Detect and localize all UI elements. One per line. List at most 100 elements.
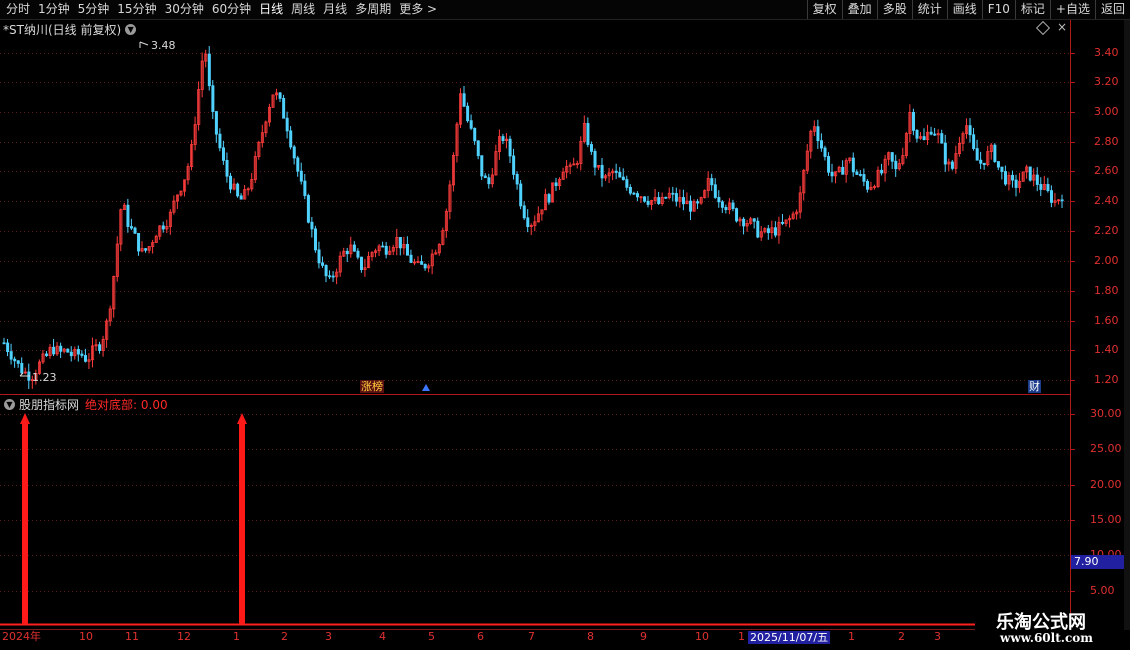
candle-body — [451, 155, 455, 186]
candle-body — [476, 140, 480, 157]
close-icon[interactable]: × — [1057, 20, 1067, 34]
candle-body — [497, 136, 501, 152]
candle-body — [23, 371, 27, 374]
candle-body — [950, 161, 954, 169]
period-tab[interactable]: 5分钟 — [74, 0, 114, 19]
finance-tag[interactable]: 财 — [1028, 380, 1041, 393]
chevron-down-icon[interactable]: ▼ — [125, 23, 137, 35]
toolbar-button[interactable]: +自选 — [1049, 0, 1095, 19]
period-tab[interactable]: 更多 > — [395, 0, 441, 19]
candle-body — [374, 250, 378, 253]
triangle-up-icon[interactable] — [422, 384, 430, 391]
candle-body — [257, 142, 261, 158]
period-tab[interactable]: 分时 — [2, 0, 34, 19]
date-axis-label: 4 — [379, 630, 386, 643]
candle-body — [179, 190, 183, 196]
period-tab[interactable]: 周线 — [287, 0, 319, 19]
candle-body — [168, 211, 172, 227]
toolbar-button[interactable]: 统计 — [911, 0, 947, 19]
candle-body — [742, 218, 746, 227]
toolbar-button[interactable]: 标记 — [1014, 0, 1050, 19]
price-axis-label: 2.80 — [1094, 135, 1119, 148]
date-axis-label: 1 — [738, 630, 745, 643]
date-cursor: 2025/11/07/五 — [748, 631, 831, 644]
candle-body — [837, 166, 841, 173]
period-tab[interactable]: 15分钟 — [113, 0, 160, 19]
candle-body — [66, 348, 70, 353]
toolbar-button[interactable]: 叠加 — [841, 0, 877, 19]
candle-body — [625, 179, 629, 188]
candle-body — [710, 178, 714, 186]
candle-body — [1060, 199, 1064, 202]
candle-body — [689, 200, 693, 212]
candle-body — [830, 171, 834, 177]
period-tab[interactable]: 月线 — [319, 0, 351, 19]
candle-body — [904, 133, 908, 156]
candle-body — [628, 186, 632, 194]
candle-body — [352, 244, 356, 252]
candle-body — [827, 156, 831, 173]
candle-body — [561, 171, 565, 180]
candle-body — [763, 228, 767, 233]
candle-body — [880, 169, 884, 174]
candle-body — [505, 138, 509, 142]
date-axis-label: 2 — [281, 630, 288, 643]
candle-body — [597, 164, 601, 168]
candle-body — [324, 265, 328, 277]
candle-body — [717, 197, 721, 203]
candle-body — [943, 142, 947, 165]
toolbar-button[interactable]: 复权 — [806, 0, 842, 19]
limit-up-tag[interactable]: 涨榜 — [360, 380, 384, 393]
indicator-arrow — [20, 413, 30, 424]
period-tab[interactable]: 30分钟 — [161, 0, 208, 19]
candle-body — [236, 183, 240, 197]
candle-body — [430, 253, 434, 267]
candle-body — [200, 60, 204, 90]
candle-body — [388, 250, 392, 255]
candle-body — [473, 127, 477, 142]
candle-body — [607, 172, 611, 177]
toolbar-button[interactable]: 多股 — [876, 0, 912, 19]
toolbar-button[interactable]: 返回 — [1094, 0, 1130, 19]
toolbar-button[interactable]: 画线 — [946, 0, 982, 19]
candlestick-chart[interactable] — [0, 0, 1130, 650]
candle-body — [1053, 200, 1057, 203]
candle-body — [420, 261, 424, 265]
candle-body — [108, 308, 112, 322]
indicator-axis-label: 5.00 — [1090, 584, 1115, 597]
candle-body — [448, 184, 452, 212]
candle-body — [975, 148, 979, 161]
chevron-down-icon[interactable]: ▼ — [4, 398, 15, 410]
date-axis-label: 1 — [233, 630, 240, 643]
candle-body — [246, 188, 250, 191]
candle-body — [356, 250, 360, 258]
candle-body — [855, 171, 859, 175]
candle-body — [126, 204, 130, 227]
period-tabs: 分时 1分钟 5分钟 15分钟 30分钟 60分钟 日线 周线 月线 多周期 更多 > — [2, 0, 441, 19]
candle-body — [961, 133, 965, 144]
period-tab[interactable]: 1分钟 — [34, 0, 74, 19]
price-axis-label: 2.60 — [1094, 164, 1119, 177]
period-tab[interactable]: 60分钟 — [208, 0, 255, 19]
candle-body — [933, 133, 937, 136]
candle-body — [621, 176, 625, 180]
period-tab[interactable]: 多周期 — [351, 0, 395, 19]
candle-body — [632, 192, 636, 195]
candle-body — [282, 97, 286, 119]
candle-body — [618, 172, 622, 178]
date-axis-label: 3 — [934, 630, 941, 643]
price-axis-label: 3.40 — [1094, 46, 1119, 59]
candle-body — [250, 179, 254, 190]
date-axis-label: 2024年 — [2, 630, 41, 643]
diamond-icon[interactable] — [1035, 20, 1051, 36]
candle-body — [377, 245, 381, 252]
side-panel-edge[interactable] — [1124, 20, 1130, 630]
candle-body — [317, 249, 321, 264]
price-axis-label: 2.20 — [1094, 224, 1119, 237]
toolbar-button[interactable]: F10 — [981, 0, 1015, 19]
candle-body — [48, 346, 52, 357]
candle-body — [972, 134, 976, 149]
period-tab[interactable]: 日线 — [255, 0, 287, 19]
candle-body — [565, 165, 569, 173]
candle-body — [922, 136, 926, 141]
